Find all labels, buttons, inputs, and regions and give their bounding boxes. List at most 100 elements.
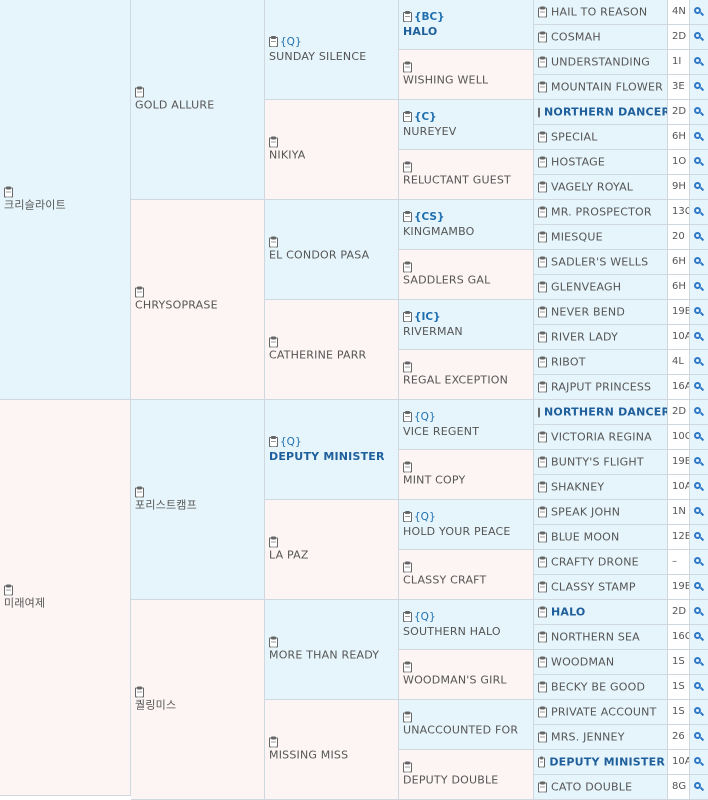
pedigree-cell-gen5[interactable]: SHAKNEY: [534, 475, 668, 500]
clipboard-icon[interactable]: [538, 31, 547, 42]
horse-name-link[interactable]: SOUTHERN HALO: [403, 624, 531, 639]
clipboard-icon[interactable]: [538, 56, 547, 67]
search-icon[interactable]: [690, 750, 708, 775]
horse-name-link[interactable]: VAGELY ROYAL: [551, 180, 633, 195]
clipboard-icon[interactable]: [538, 656, 547, 667]
pedigree-cell-gen4[interactable]: {Q} HOLD YOUR PEACE: [399, 500, 534, 550]
pedigree-cell-gen1[interactable]: 크리슬라이트: [0, 0, 131, 400]
search-icon[interactable]: [690, 225, 708, 250]
horse-name-link[interactable]: VICTORIA REGINA: [551, 430, 652, 445]
clipboard-icon[interactable]: [538, 81, 547, 92]
horse-name-link[interactable]: NORTHERN DANCER: [544, 105, 667, 120]
pedigree-cell-gen4[interactable]: WOODMAN'S GIRL: [399, 650, 534, 700]
clipboard-icon[interactable]: [538, 556, 547, 567]
search-icon[interactable]: [690, 525, 708, 550]
horse-name-link[interactable]: LA PAZ: [269, 547, 396, 562]
clipboard-icon[interactable]: [538, 281, 547, 292]
clipboard-icon[interactable]: [269, 336, 278, 347]
clipboard-icon[interactable]: [403, 61, 412, 72]
clipboard-icon[interactable]: [269, 536, 278, 547]
pedigree-cell-gen2[interactable]: CHRYSOPRASE: [131, 200, 265, 400]
clipboard-icon[interactable]: [403, 511, 412, 522]
clipboard-icon[interactable]: [403, 611, 412, 622]
pedigree-cell-gen5[interactable]: MR. PROSPECTOR: [534, 200, 668, 225]
search-icon[interactable]: [690, 450, 708, 475]
clipboard-icon[interactable]: [538, 456, 547, 467]
horse-name-link[interactable]: HAIL TO REASON: [551, 5, 647, 20]
pedigree-cell-gen4[interactable]: UNACCOUNTED FOR: [399, 700, 534, 750]
horse-name-link[interactable]: MRS. JENNEY: [551, 730, 625, 745]
horse-name-link[interactable]: MR. PROSPECTOR: [551, 205, 652, 220]
horse-name-link[interactable]: SUNDAY SILENCE: [269, 49, 396, 64]
clipboard-icon[interactable]: [403, 761, 412, 772]
pedigree-cell-gen5[interactable]: SPEAK JOHN: [534, 500, 668, 525]
pedigree-cell-gen5[interactable]: RIBOT: [534, 350, 668, 375]
pedigree-cell-gen5[interactable]: CATO DOUBLE: [534, 775, 668, 800]
pedigree-cell-gen5[interactable]: NORTHERN SEA: [534, 625, 668, 650]
pedigree-cell-gen5[interactable]: GLENVEAGH: [534, 275, 668, 300]
clipboard-icon[interactable]: [269, 436, 278, 447]
horse-name-link[interactable]: CLASSY CRAFT: [403, 572, 531, 587]
pedigree-cell-gen4[interactable]: WISHING WELL: [399, 50, 534, 100]
clipboard-icon[interactable]: [538, 781, 547, 792]
clipboard-icon[interactable]: [135, 486, 144, 497]
clipboard-icon[interactable]: [403, 361, 412, 372]
clipboard-icon[interactable]: [538, 506, 547, 517]
search-icon[interactable]: [690, 600, 708, 625]
search-icon[interactable]: [690, 0, 708, 25]
search-icon[interactable]: [690, 675, 708, 700]
search-icon[interactable]: [690, 200, 708, 225]
pedigree-cell-gen4[interactable]: DEPUTY DOUBLE: [399, 750, 534, 800]
search-icon[interactable]: [690, 300, 708, 325]
search-icon[interactable]: [690, 500, 708, 525]
clipboard-icon[interactable]: [135, 86, 144, 97]
clipboard-icon[interactable]: [538, 431, 547, 442]
pedigree-cell-gen5[interactable]: NEVER BEND: [534, 300, 668, 325]
pedigree-cell-gen4[interactable]: REGAL EXCEPTION: [399, 350, 534, 400]
horse-name-link[interactable]: NUREYEV: [403, 124, 531, 139]
horse-name-link[interactable]: CHRYSOPRASE: [135, 297, 262, 312]
horse-name-link[interactable]: REGAL EXCEPTION: [403, 372, 531, 387]
pedigree-cell-gen5[interactable]: WOODMAN: [534, 650, 668, 675]
pedigree-cell-gen5[interactable]: HOSTAGE: [534, 150, 668, 175]
pedigree-cell-gen5[interactable]: HAIL TO REASON: [534, 0, 668, 25]
pedigree-cell-gen5[interactable]: MIESQUE: [534, 225, 668, 250]
search-icon[interactable]: [690, 100, 708, 125]
pedigree-cell-gen5[interactable]: NORTHERN DANCER: [534, 400, 668, 425]
horse-name-link[interactable]: BECKY BE GOOD: [551, 680, 645, 695]
clipboard-icon[interactable]: [538, 131, 547, 142]
search-icon[interactable]: [690, 50, 708, 75]
horse-name-link[interactable]: BUNTY'S FLIGHT: [551, 455, 644, 470]
clipboard-icon[interactable]: [135, 686, 144, 697]
horse-name-link[interactable]: 크리슬라이트: [4, 197, 128, 212]
pedigree-cell-gen5[interactable]: VAGELY ROYAL: [534, 175, 668, 200]
pedigree-cell-gen3[interactable]: MORE THAN READY: [265, 600, 399, 700]
clipboard-icon[interactable]: [538, 531, 547, 542]
clipboard-icon[interactable]: [538, 256, 547, 267]
clipboard-icon[interactable]: [269, 736, 278, 747]
clipboard-icon[interactable]: [538, 356, 547, 367]
pedigree-cell-gen5[interactable]: UNDERSTANDING: [534, 50, 668, 75]
pedigree-cell-gen5[interactable]: SPECIAL: [534, 125, 668, 150]
horse-name-link[interactable]: RELUCTANT GUEST: [403, 172, 531, 187]
pedigree-cell-gen5[interactable]: RAJPUT PRINCESS: [534, 375, 668, 400]
search-icon[interactable]: [690, 725, 708, 750]
pedigree-cell-gen3[interactable]: {Q} DEPUTY MINISTER: [265, 400, 399, 500]
clipboard-icon[interactable]: [538, 731, 547, 742]
horse-name-link[interactable]: KINGMAMBO: [403, 224, 531, 239]
horse-name-link[interactable]: RIVERMAN: [403, 324, 531, 339]
clipboard-icon[interactable]: [538, 181, 547, 192]
horse-name-link[interactable]: WOODMAN: [551, 655, 614, 670]
search-icon[interactable]: [690, 650, 708, 675]
clipboard-icon[interactable]: [538, 706, 547, 717]
clipboard-icon[interactable]: [403, 211, 412, 222]
horse-name-link[interactable]: BLUE MOON: [551, 530, 619, 545]
pedigree-cell-gen2[interactable]: 퀄링미스: [131, 600, 265, 800]
horse-name-link[interactable]: UNDERSTANDING: [551, 55, 650, 70]
horse-name-link[interactable]: NORTHERN SEA: [551, 630, 640, 645]
pedigree-cell-gen5[interactable]: BUNTY'S FLIGHT: [534, 450, 668, 475]
pedigree-cell-gen5[interactable]: MRS. JENNEY: [534, 725, 668, 750]
horse-name-link[interactable]: VICE REGENT: [403, 424, 531, 439]
search-icon[interactable]: [690, 700, 708, 725]
clipboard-icon[interactable]: [538, 581, 547, 592]
